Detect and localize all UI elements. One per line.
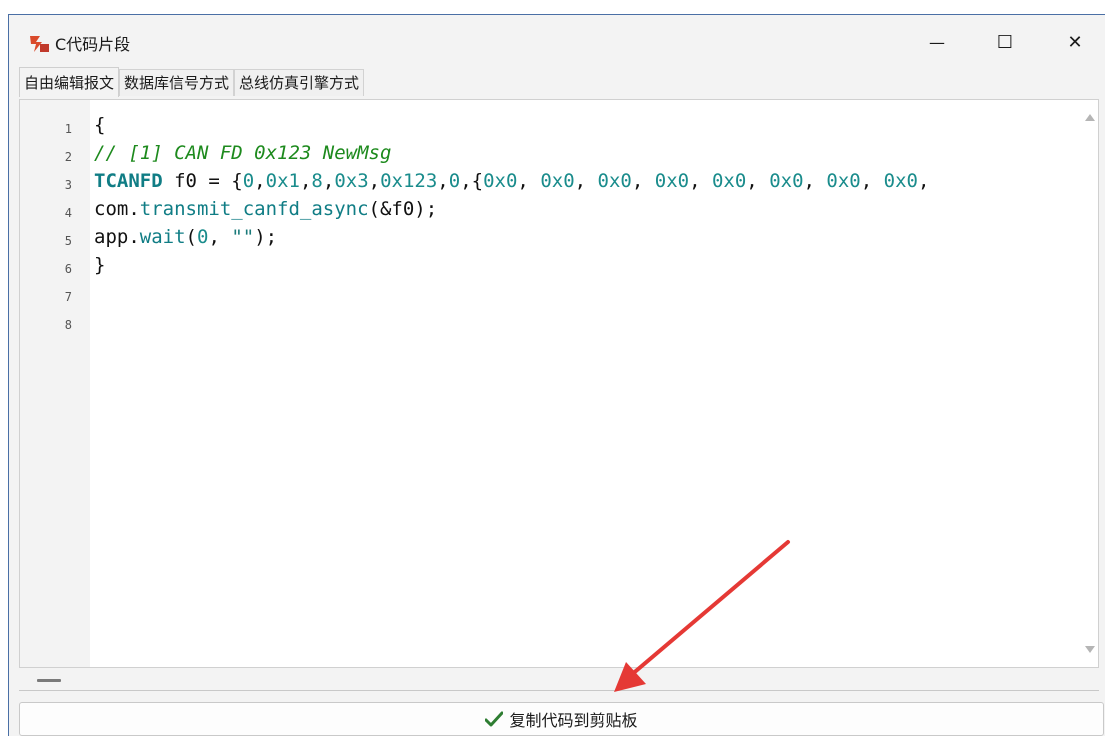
- line-number: 8: [64, 318, 72, 332]
- line-number: 4: [64, 206, 72, 220]
- minimize-icon: —: [929, 32, 945, 52]
- code-line[interactable]: // [1] CAN FD 0x123 NewMsg: [94, 142, 391, 164]
- tab-free-edit[interactable]: 自由编辑报文: [19, 67, 120, 97]
- scroll-down-arrow-icon[interactable]: [1085, 646, 1095, 653]
- tab-bus-simulation[interactable]: 总线仿真引擎方式: [234, 69, 365, 96]
- can-app-icon: [30, 36, 49, 52]
- close-button[interactable]: ✕: [1052, 23, 1098, 61]
- line-number: 1: [64, 122, 72, 136]
- minimize-button[interactable]: —: [914, 23, 960, 61]
- code-line[interactable]: com.transmit_canfd_async(&f0);: [94, 198, 437, 220]
- code-line[interactable]: app.wait(0, "");: [94, 226, 277, 248]
- maximize-button[interactable]: ☐: [982, 23, 1028, 61]
- copy-button-label: 复制代码到剪贴板: [509, 711, 638, 730]
- tab-database-signal[interactable]: 数据库信号方式: [119, 69, 235, 96]
- code-line[interactable]: }: [94, 254, 105, 276]
- code-snippet-window: C代码片段 — ☐ ✕ 自由编辑报文 数据库信号方式 总线仿真引擎方式 1 2 …: [8, 14, 1105, 736]
- line-number: 6: [64, 262, 72, 276]
- code-editor[interactable]: 1 2 3 4 5 6 7 8 { // [1] CAN FD 0x123 New…: [19, 99, 1099, 668]
- tab-bar: 自由编辑报文 数据库信号方式 总线仿真引擎方式: [19, 67, 365, 97]
- divider: [19, 690, 1099, 691]
- maximize-icon: ☐: [996, 31, 1014, 53]
- copy-to-clipboard-button[interactable]: 复制代码到剪贴板: [19, 702, 1104, 736]
- vertical-scrollbar[interactable]: [1082, 100, 1098, 667]
- scroll-up-arrow-icon[interactable]: [1085, 114, 1095, 121]
- line-number: 5: [64, 234, 72, 248]
- code-text-area[interactable]: { // [1] CAN FD 0x123 NewMsg TCANFD f0 = {…: [94, 100, 1082, 667]
- line-number: 2: [64, 150, 72, 164]
- window-title: C代码片段: [55, 35, 131, 54]
- code-line[interactable]: {: [94, 114, 105, 136]
- code-line[interactable]: TCANFD f0 = {0,0x1,8,0x3,0x123,0,{0x0, 0…: [94, 170, 929, 192]
- line-number-gutter: 1 2 3 4 5 6 7 8: [20, 100, 90, 667]
- panel-splitter[interactable]: [19, 669, 1099, 691]
- splitter-handle-icon[interactable]: [37, 679, 61, 682]
- title-bar: C代码片段 — ☐ ✕: [9, 15, 1105, 65]
- line-number: 7: [64, 290, 72, 304]
- line-number: 3: [64, 178, 72, 192]
- close-icon: ✕: [1067, 31, 1083, 53]
- checkmark-icon: [485, 711, 504, 727]
